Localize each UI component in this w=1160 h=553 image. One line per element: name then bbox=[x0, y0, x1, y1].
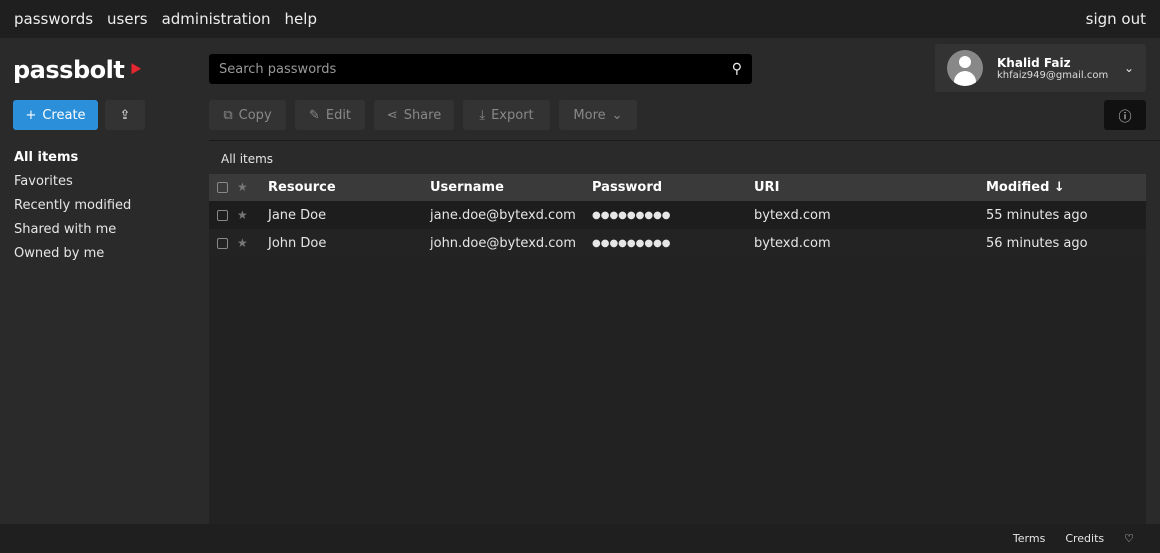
resource-cell: Jane Doe bbox=[268, 201, 430, 229]
terms-link[interactable]: Terms bbox=[1013, 532, 1045, 545]
main-panel: All items ★ Resource Username Password U… bbox=[209, 140, 1160, 524]
favorite-star-icon[interactable]: ★ bbox=[237, 208, 248, 222]
logo-text: passbolt bbox=[13, 56, 125, 84]
edit-label: Edit bbox=[325, 107, 352, 123]
table-row[interactable]: ★ John Doe john.doe@bytexd.com ●●●●●●●●●… bbox=[209, 229, 1146, 257]
export-button[interactable]: ⤓ Export bbox=[463, 100, 550, 130]
row-checkbox[interactable] bbox=[217, 237, 228, 249]
favorite-star-icon[interactable]: ★ bbox=[237, 236, 248, 250]
nav-passwords[interactable]: passwords bbox=[14, 10, 93, 28]
more-button[interactable]: More ⌄ bbox=[559, 100, 637, 130]
col-resource[interactable]: Resource bbox=[268, 174, 430, 201]
create-button[interactable]: + Create bbox=[13, 100, 98, 130]
breadcrumb: All items bbox=[209, 140, 1160, 174]
search-icon[interactable]: ⚲ bbox=[732, 61, 742, 77]
sidebar-item-favorites[interactable]: Favorites bbox=[0, 170, 209, 194]
info-icon: ⓘ bbox=[1118, 109, 1132, 125]
user-name: Khalid Faiz bbox=[997, 55, 1071, 70]
sign-out-link[interactable]: sign out bbox=[1086, 10, 1146, 28]
col-password[interactable]: Password bbox=[592, 174, 754, 201]
sidebar-item-owned-by-me[interactable]: Owned by me bbox=[0, 242, 209, 266]
footer: Terms Credits ♡ bbox=[0, 524, 1160, 553]
more-label: More bbox=[573, 107, 606, 123]
share-button[interactable]: ⋖ Share bbox=[374, 100, 454, 130]
nav-help[interactable]: help bbox=[285, 10, 317, 28]
nav-administration[interactable]: administration bbox=[162, 10, 271, 28]
top-nav: passwords users administration help sign… bbox=[0, 0, 1160, 38]
copy-button[interactable]: ⧉ Copy bbox=[209, 100, 286, 130]
passbolt-logo[interactable]: passbolt ⯈ bbox=[13, 56, 143, 84]
share-label: Share bbox=[403, 107, 442, 123]
scrollbar[interactable] bbox=[1146, 174, 1160, 524]
share-icon: ⋖ bbox=[386, 107, 398, 123]
passwords-table: ★ Resource Username Password URI Modifie… bbox=[209, 174, 1146, 257]
table-row[interactable]: ★ Jane Doe jane.doe@bytexd.com ●●●●●●●●●… bbox=[209, 201, 1146, 229]
col-uri[interactable]: URI bbox=[754, 174, 986, 201]
credits-link[interactable]: Credits bbox=[1065, 532, 1104, 545]
password-cell[interactable]: ●●●●●●●●● bbox=[592, 201, 754, 229]
plus-icon: + bbox=[25, 107, 37, 123]
edit-icon: ✎ bbox=[308, 107, 320, 123]
table-header: ★ Resource Username Password URI Modifie… bbox=[209, 174, 1146, 201]
sidebar-item-shared-with-me[interactable]: Shared with me bbox=[0, 218, 209, 242]
avatar bbox=[947, 50, 983, 86]
search-input[interactable]: Search passwords ⚲ bbox=[209, 54, 752, 84]
modified-cell: 55 minutes ago bbox=[986, 201, 1146, 229]
user-email: khfaiz949@gmail.com bbox=[997, 69, 1109, 81]
select-all-checkbox[interactable] bbox=[217, 182, 228, 193]
info-button[interactable]: ⓘ bbox=[1104, 100, 1146, 130]
username-cell[interactable]: john.doe@bytexd.com bbox=[430, 229, 592, 257]
col-username[interactable]: Username bbox=[430, 174, 592, 201]
copy-label: Copy bbox=[238, 107, 272, 123]
create-label: Create bbox=[42, 107, 86, 123]
heart-icon[interactable]: ♡ bbox=[1124, 532, 1134, 545]
username-cell[interactable]: jane.doe@bytexd.com bbox=[430, 201, 592, 229]
resource-cell: John Doe bbox=[268, 229, 430, 257]
col-modified[interactable]: Modified ↓ bbox=[986, 174, 1146, 201]
copy-icon: ⧉ bbox=[223, 107, 233, 123]
chevron-down-icon: ⌄ bbox=[1123, 61, 1134, 75]
export-label: Export bbox=[491, 107, 534, 123]
star-icon: ★ bbox=[237, 180, 248, 194]
uri-cell[interactable]: bytexd.com bbox=[754, 201, 986, 229]
nav-users[interactable]: users bbox=[107, 10, 148, 28]
download-icon: ⤓ bbox=[479, 107, 486, 123]
search-placeholder: Search passwords bbox=[219, 61, 337, 77]
row-checkbox[interactable] bbox=[217, 209, 228, 221]
password-cell[interactable]: ●●●●●●●●● bbox=[592, 229, 754, 257]
logo-mark-icon: ⯈ bbox=[128, 59, 143, 81]
user-menu[interactable]: Khalid Faiz khfaiz949@gmail.com ⌄ bbox=[935, 44, 1146, 92]
sidebar-item-all-items[interactable]: All items bbox=[0, 146, 209, 170]
import-button[interactable]: ⇪ bbox=[105, 100, 145, 130]
sidebar: All items Favorites Recently modified Sh… bbox=[0, 146, 209, 266]
sidebar-item-recently-modified[interactable]: Recently modified bbox=[0, 194, 209, 218]
chevron-down-icon: ⌄ bbox=[611, 107, 623, 123]
modified-cell: 56 minutes ago bbox=[986, 229, 1146, 257]
upload-icon: ⇪ bbox=[119, 107, 131, 123]
uri-cell[interactable]: bytexd.com bbox=[754, 229, 986, 257]
edit-button[interactable]: ✎ Edit bbox=[295, 100, 365, 130]
